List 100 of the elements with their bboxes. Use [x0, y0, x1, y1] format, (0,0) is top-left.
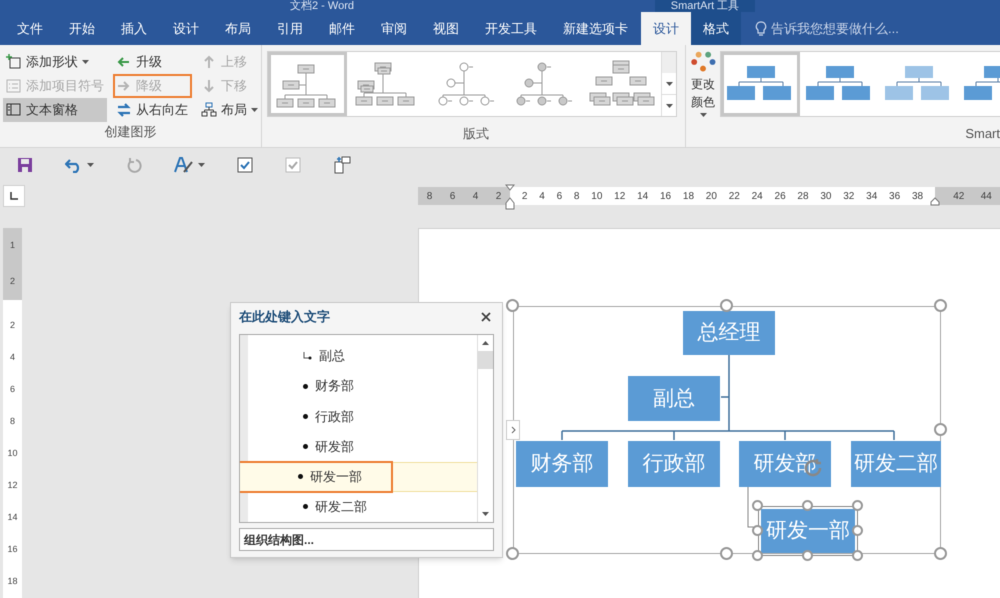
ribbon-command[interactable]: 布局: [198, 98, 261, 122]
outline-row[interactable]: 研发部: [248, 431, 477, 462]
outline-text: 研发一部: [310, 468, 362, 486]
group-label: 版式: [463, 124, 489, 142]
ribbon-tab[interactable]: 邮件: [316, 12, 368, 45]
page-arrow-icon[interactable]: [333, 156, 351, 174]
ruler-number: 34: [866, 190, 878, 204]
ribbon-command[interactable]: 从右向左: [113, 98, 192, 122]
text-pane-list[interactable]: 副总 财务部 行政部 研发部 研发一部 研发二部: [239, 334, 494, 523]
ruler-number: 4: [10, 351, 15, 364]
caret-icon: [87, 163, 94, 167]
tab-stop-selector[interactable]: [3, 185, 25, 207]
resize-handle[interactable]: [934, 299, 947, 312]
scroll-thumb[interactable]: [478, 351, 493, 369]
ruler-number: 16: [7, 543, 18, 556]
left-tab-icon: [10, 192, 18, 200]
resize-handle[interactable]: [852, 525, 863, 536]
ruler-number: 42: [953, 190, 964, 204]
outline-text: 行政部: [315, 408, 354, 426]
outline-text: 财务部: [315, 377, 354, 396]
resize-handle[interactable]: [802, 500, 813, 511]
resize-handle[interactable]: [752, 500, 763, 511]
ribbon-tab[interactable]: 新建选项卡: [550, 12, 641, 45]
outline-row[interactable]: 财务部: [248, 371, 477, 402]
ruler-number: 18: [682, 190, 694, 204]
ribbon-tab[interactable]: 格式: [691, 12, 741, 45]
resize-handle[interactable]: [852, 550, 863, 561]
outline-text: 副总: [319, 347, 345, 366]
resize-handle[interactable]: [506, 547, 519, 560]
ruler-number: 36: [889, 190, 900, 204]
ruler-number: 26: [774, 190, 786, 204]
ruler-number: 1: [10, 239, 15, 252]
window-title: 文档2 - Word: [290, 0, 354, 12]
ribbon-tab[interactable]: 文件: [4, 12, 56, 45]
ribbon-tab[interactable]: 开始: [56, 12, 108, 45]
caret-icon: [666, 82, 673, 86]
resize-handle[interactable]: [934, 547, 947, 560]
add-shape-icon: [6, 54, 22, 70]
ruler-number: 38: [912, 190, 924, 204]
right-indent-marker[interactable]: [930, 197, 940, 206]
ribbon-tab[interactable]: 布局: [212, 12, 264, 45]
ruler-number: 6: [450, 190, 456, 204]
outline-row[interactable]: 研发二部: [248, 492, 477, 522]
change-colors-button[interactable]: 更改颜色: [686, 51, 720, 117]
diagram-name-field[interactable]: 组织结构图...: [239, 528, 494, 551]
ribbon-tab[interactable]: 开发工具: [472, 12, 550, 45]
hierarchy-icon: [201, 102, 217, 118]
ribbon-command[interactable]: 文本窗格: [3, 98, 107, 122]
ribbon-tab[interactable]: 设计: [641, 12, 691, 45]
bullet-icon: [298, 474, 303, 480]
ruler-number: 6: [556, 190, 562, 204]
ruler-number: 12: [614, 190, 626, 204]
ruler-number: 24: [752, 190, 763, 204]
caret-icon: [666, 104, 673, 108]
outline-row[interactable]: 副总: [248, 341, 477, 372]
save-icon[interactable]: [17, 157, 33, 173]
indent-marker[interactable]: [505, 184, 515, 210]
ruler-number: 30: [820, 190, 832, 204]
ribbon-tab[interactable]: 设计: [160, 12, 212, 45]
resize-handle[interactable]: [720, 547, 733, 560]
resize-handle[interactable]: [802, 550, 813, 561]
resize-handle[interactable]: [752, 550, 763, 561]
tell-me-field[interactable]: 告诉我您想要做什么...: [771, 18, 951, 38]
ruler-number: 20: [706, 190, 717, 204]
expand-pane-button[interactable]: [506, 420, 520, 440]
outline-row[interactable]: 研发一部: [240, 462, 477, 492]
chevron-right-icon: [510, 426, 516, 434]
ruler-number: 14: [7, 511, 18, 524]
resize-handle[interactable]: [506, 299, 519, 312]
close-icon: [481, 312, 491, 322]
ruler-number: 8: [426, 190, 432, 204]
ruler-number: 14: [637, 190, 648, 204]
caret-icon: [251, 108, 258, 112]
ribbon-command[interactable]: 升级: [113, 50, 192, 74]
ribbon-tab[interactable]: 插入: [108, 12, 160, 45]
ruler-number: 10: [591, 190, 602, 204]
resize-handle[interactable]: [752, 525, 763, 536]
ruler-number: 22: [728, 190, 740, 204]
resize-handle[interactable]: [852, 500, 863, 511]
bullet-icon: [303, 384, 308, 389]
outline-text: 研发部: [315, 438, 354, 456]
ribbon-command[interactable]: 添加形状: [3, 50, 107, 74]
style-option[interactable]: [721, 52, 800, 116]
ribbon-tab[interactable]: 视图: [420, 12, 472, 45]
outline-text: 研发二部: [315, 498, 367, 516]
ruler-number: 2: [522, 190, 528, 204]
ribbon-tab[interactable]: 审阅: [368, 12, 420, 45]
outline-row[interactable]: 行政部: [248, 401, 477, 432]
text-effects-icon[interactable]: [174, 156, 194, 174]
ribbon-tab[interactable]: 引用: [264, 12, 316, 45]
ruler-number: 8: [10, 415, 15, 428]
resize-handle[interactable]: [934, 423, 947, 436]
group-label: 创建图形: [104, 124, 156, 139]
ruler-number: 4: [539, 190, 545, 204]
ruler-number: 10: [7, 447, 18, 460]
layout-option[interactable]: [268, 52, 347, 116]
swap-arrows-icon: [116, 102, 132, 118]
resize-handle[interactable]: [720, 299, 733, 312]
ruler-number: 32: [843, 190, 854, 204]
checkbox-icon[interactable]: [237, 157, 253, 173]
